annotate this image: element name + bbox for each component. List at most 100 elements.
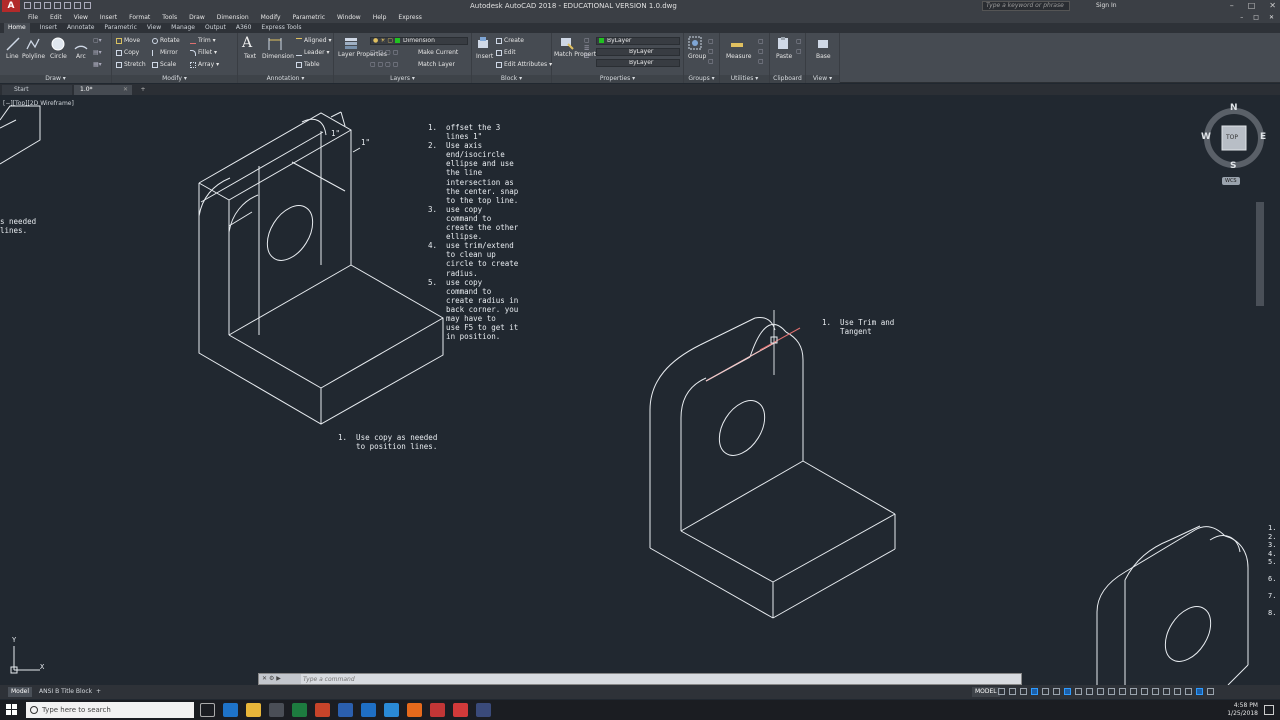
new-tab-button[interactable]: + [138,85,148,94]
save-as-icon[interactable] [54,2,61,9]
compass-west[interactable]: W [1201,133,1211,142]
command-history-icon[interactable]: ▶ [276,675,281,682]
units-icon[interactable] [1141,688,1148,695]
line-tool[interactable]: Line [6,53,19,61]
tab-drawing[interactable]: 1.0* ✕ [74,85,132,95]
utilities-panel-title[interactable]: Utilities ▾ [720,75,769,83]
match-layer-tool[interactable]: Match Layer [418,61,455,69]
transparency-icon[interactable] [1086,688,1093,695]
aligned-tool[interactable]: Aligned ▾ [296,37,331,45]
close-icon[interactable]: ✕ [1269,1,1276,10]
partial-object-right[interactable] [1096,525,1249,685]
menu-edit[interactable]: Edit [50,12,62,23]
menu-modify[interactable]: Modify [261,12,281,23]
fillet-tool[interactable]: Fillet ▾ [190,49,217,57]
annotation-monitor-icon[interactable] [1130,688,1137,695]
tab-output[interactable]: Output [205,23,226,33]
quick-properties-icon[interactable] [1152,688,1159,695]
linetype-dropdown[interactable]: ByLayer [596,48,680,56]
viewcube[interactable]: N S E W TOP WCS [1198,104,1274,188]
tab-view[interactable]: View [147,23,161,33]
copy-tool[interactable]: Copy [116,49,139,57]
task-view-icon[interactable] [200,703,215,717]
autocad-logo[interactable]: A [2,0,20,12]
tab-express-tools[interactable]: Express Tools [261,23,301,33]
menu-view[interactable]: View [74,12,88,23]
stretch-tool[interactable]: Stretch [116,61,146,69]
clean-screen-icon[interactable] [1196,688,1203,695]
steps-note[interactable]: 1. offset the 3 lines 1" 2. Use axis end… [428,123,518,341]
bracket-in-progress[interactable] [198,111,444,425]
block-panel-title[interactable]: Block ▾ [472,75,551,83]
match-properties-icon[interactable] [560,36,574,50]
tab-insert[interactable]: Insert [40,23,57,33]
layer-tools-icons-2[interactable]: ▢ ▢ ▢ ▢ [370,61,398,69]
tab-manage[interactable]: Manage [171,23,195,33]
properties-panel-title[interactable]: Properties ▾ [552,75,683,83]
text-icon[interactable]: A [242,35,252,51]
autocad-taskbar-icon[interactable] [430,703,445,717]
polar-icon[interactable] [1031,688,1038,695]
annotation-panel-title[interactable]: Annotation ▾ [238,75,333,83]
make-current-tool[interactable]: Make Current [418,49,458,57]
osnap-tracking-icon[interactable] [1053,688,1060,695]
viewcube-top-face[interactable]: TOP [1226,134,1238,142]
clipboard-panel-title[interactable]: Clipboard [770,75,805,83]
restore-icon[interactable]: □ [1248,1,1256,10]
modify-panel-title[interactable]: Modify ▾ [112,75,237,83]
open-icon[interactable] [34,2,41,9]
notification-icon[interactable] [1264,705,1274,715]
draw-panel-title[interactable]: Draw ▾ [0,75,111,83]
wcs-menu[interactable]: WCS [1222,177,1240,185]
acrobat-icon[interactable] [453,703,468,717]
lineweight-icon[interactable] [1075,688,1082,695]
grid-icon[interactable] [998,688,1005,695]
navigation-bar[interactable] [1256,202,1264,306]
lock-ui-icon[interactable] [1163,688,1170,695]
layers-panel-title[interactable]: Layers ▾ [334,75,471,83]
command-settings-icon[interactable]: ⚙ [269,675,274,682]
word-icon[interactable] [338,703,353,717]
base-tool[interactable]: Base [816,53,831,61]
dimension-label-1[interactable]: 1" [331,129,340,138]
measure-icon[interactable] [730,38,744,52]
tab-a360[interactable]: A360 [236,23,252,33]
menu-express[interactable]: Express [398,12,421,23]
dimension-icon[interactable] [268,37,282,51]
arc-tool[interactable]: Arc [76,53,86,61]
draw-more-icon[interactable]: ▢▾ [93,37,102,45]
file-explorer-icon[interactable] [246,703,261,717]
drawing-canvas[interactable]: [−][Top][2D Wireframe] 1. offset the 3 l… [0,96,1280,685]
new-icon[interactable] [24,2,31,9]
tab-close-icon[interactable]: ✕ [123,85,128,95]
create-block-tool[interactable]: Create [496,37,524,45]
layer-properties-icon[interactable] [344,36,358,50]
store-icon[interactable] [269,703,284,717]
polyline-icon[interactable] [26,37,40,51]
view-panel-title[interactable]: View ▾ [806,75,839,83]
group-more-icons[interactable]: ▢ ▢ ▢ [708,37,714,67]
tab-parametric[interactable]: Parametric [104,23,137,33]
lineweight-dropdown[interactable]: ByLayer [596,59,680,67]
color-dropdown[interactable]: ByLayer [596,37,680,45]
workspace-icon[interactable] [1119,688,1126,695]
layer-tools-icons[interactable]: ▢ ▢ ▢ ▢ [370,49,398,57]
drawing-close-icon[interactable]: ✕ [1269,12,1274,23]
base-view-icon[interactable] [816,36,830,50]
windows-start-icon[interactable] [6,704,18,716]
tab-start[interactable]: Start [2,85,72,95]
selection-cycling-icon[interactable] [1097,688,1104,695]
menu-dimension[interactable]: Dimension [217,12,249,23]
groups-panel-title[interactable]: Groups ▾ [684,75,719,83]
bracket-finished[interactable] [649,317,896,619]
hatch-icon[interactable]: ▤▾ [93,49,102,57]
table-tool[interactable]: Table [296,61,320,69]
group-icon[interactable] [688,36,702,50]
ie-icon[interactable] [384,703,399,717]
paste-icon[interactable] [776,36,790,50]
compass-east[interactable]: E [1260,133,1266,142]
tab-annotate[interactable]: Annotate [67,23,94,33]
menu-draw[interactable]: Draw [189,12,205,23]
compass-north[interactable]: N [1230,104,1238,113]
menu-file[interactable]: File [28,12,38,23]
